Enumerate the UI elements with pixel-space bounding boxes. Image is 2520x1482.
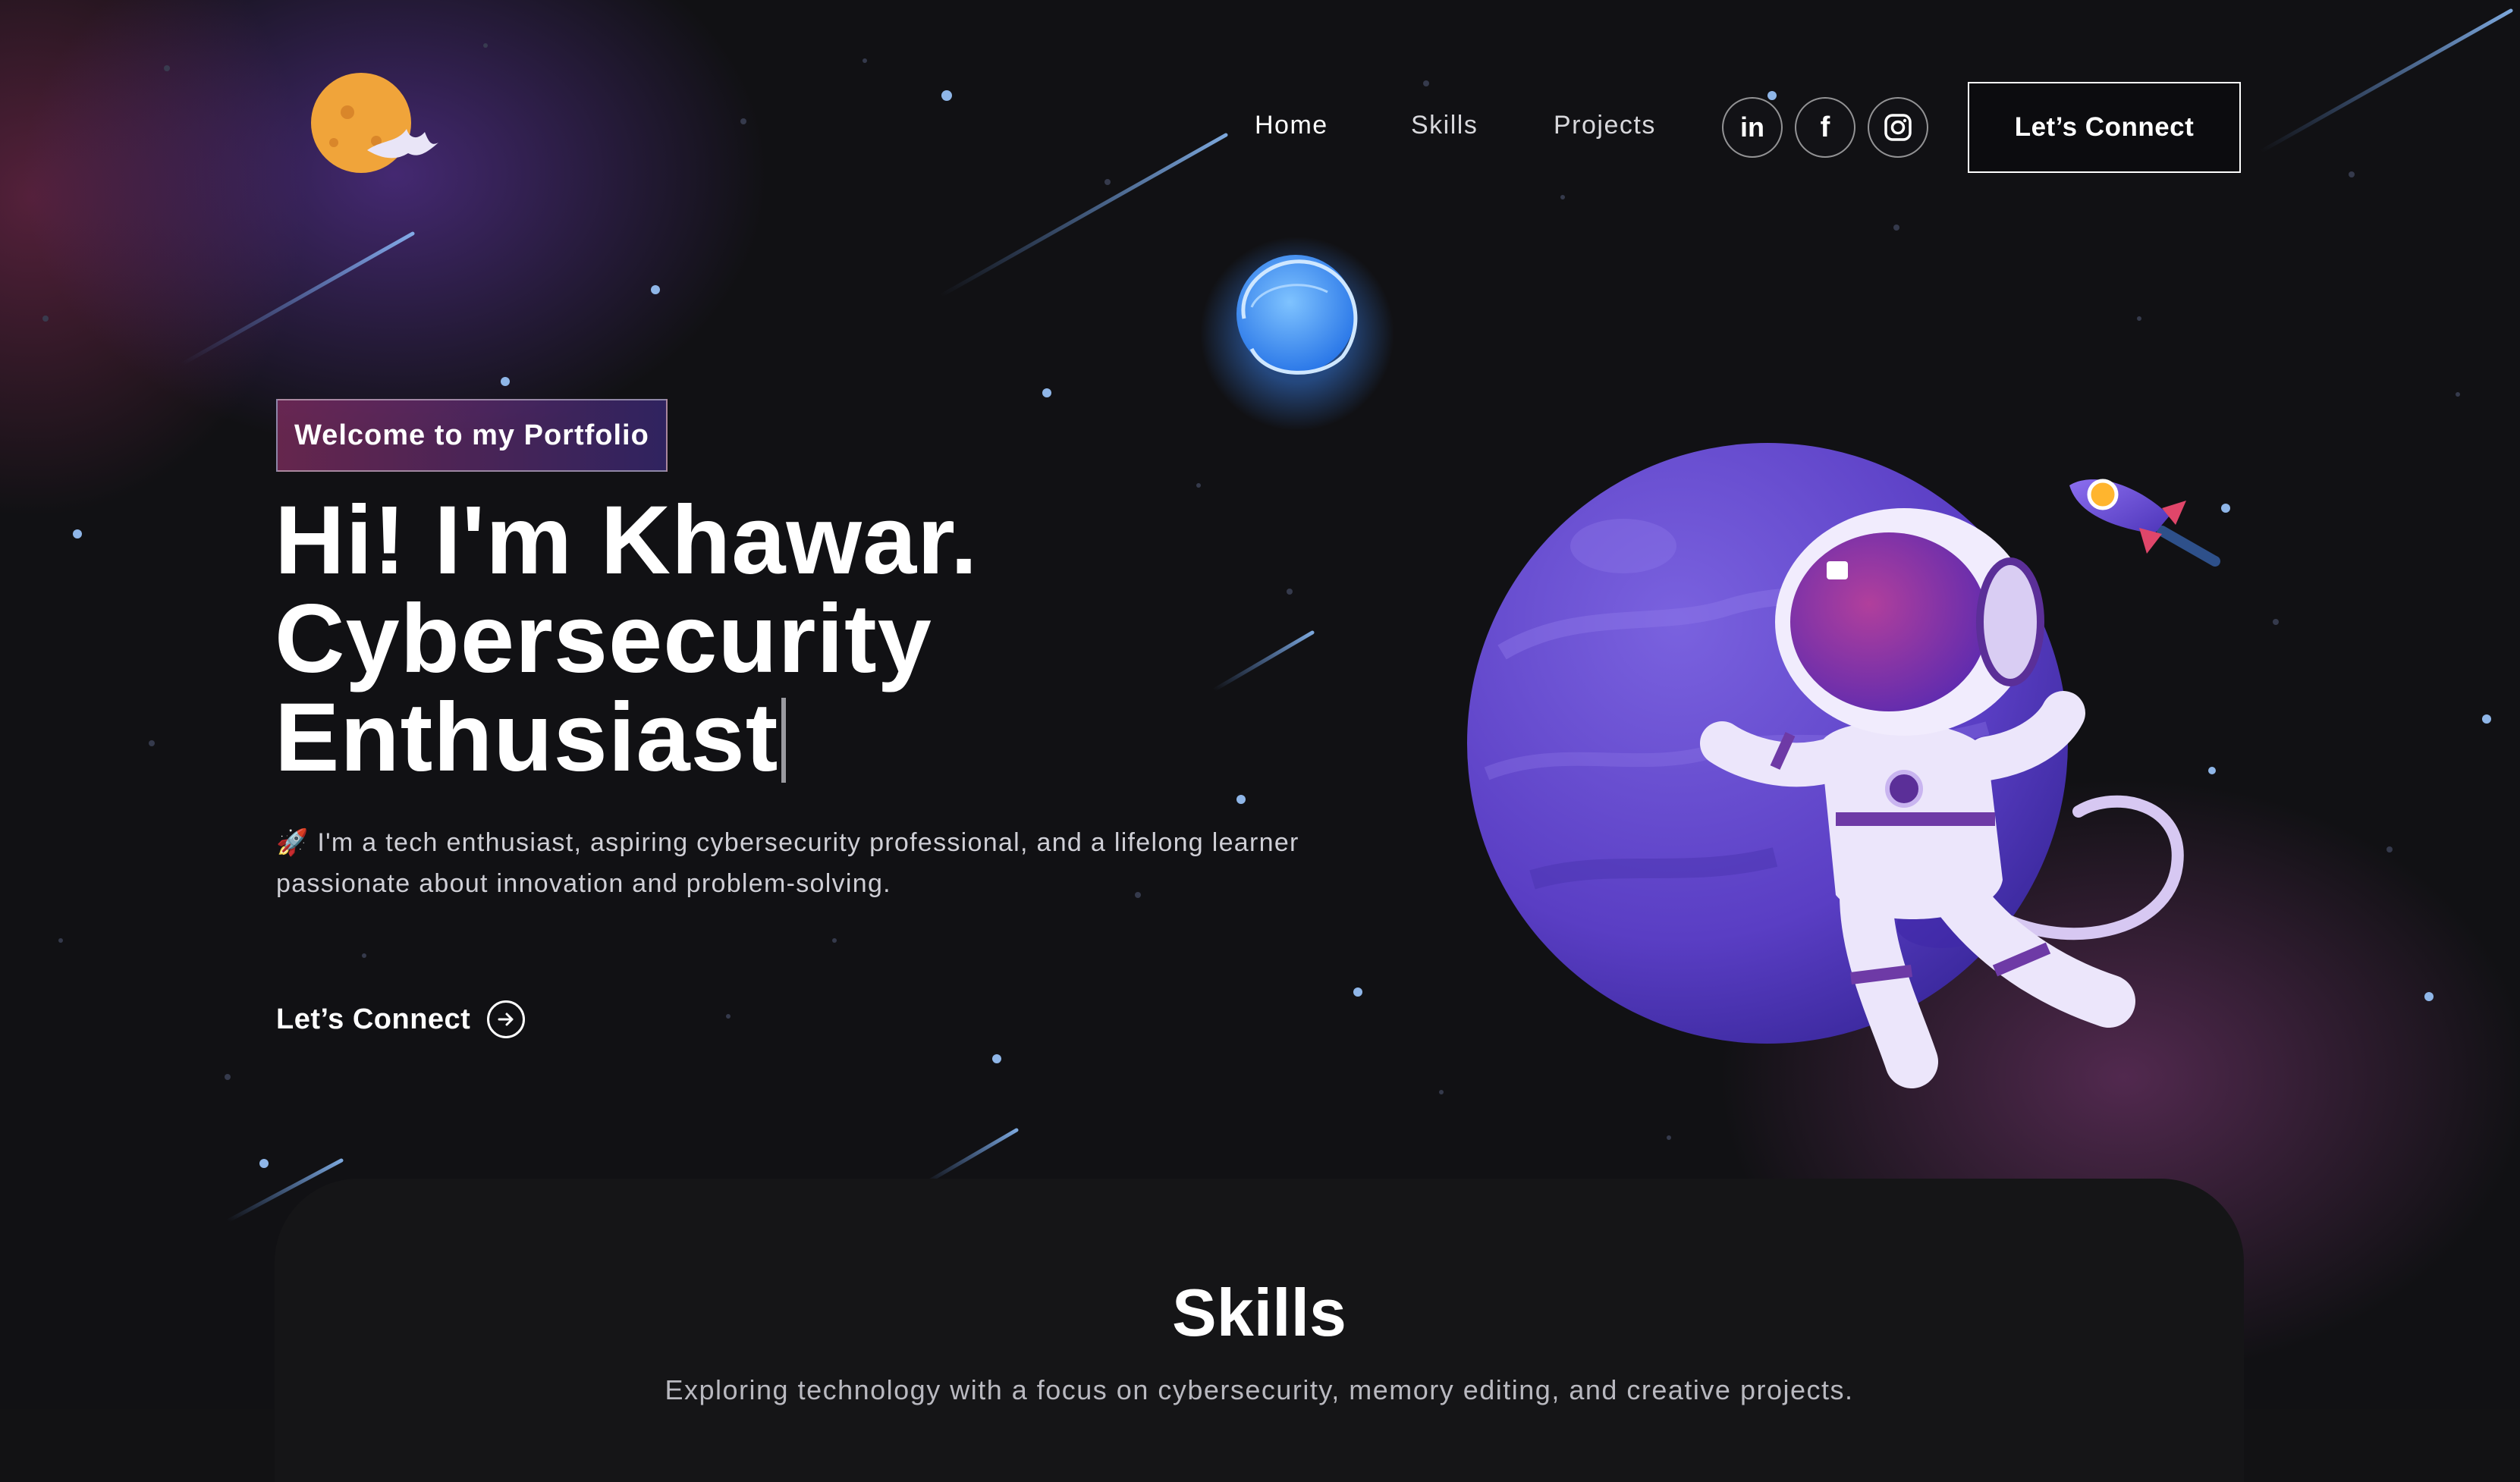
nav-link-home[interactable]: Home — [1255, 111, 1328, 140]
hero-title-line-2: Cybersecurity — [275, 585, 932, 693]
shooting-star — [938, 133, 1228, 298]
instagram-button[interactable] — [1868, 97, 1928, 158]
facebook-icon: f — [1820, 111, 1830, 143]
nav-connect-button[interactable]: Let’s Connect — [1968, 82, 2241, 173]
astronaut-planet-illustration — [1467, 443, 2184, 1088]
facebook-button[interactable]: f — [1795, 97, 1855, 158]
hero-description: 🚀 I'm a tech enthusiast, aspiring cybers… — [276, 822, 1323, 904]
rocket-emoji-icon: 🚀 — [276, 828, 310, 857]
star — [259, 1159, 269, 1168]
hero-title-line-1: Hi! I'm Khawar. — [275, 486, 979, 595]
star — [941, 90, 952, 101]
skills-title: Skills — [1172, 1275, 1346, 1350]
linkedin-button[interactable]: in — [1722, 97, 1783, 158]
skills-subtitle: Exploring technology with a focus on cyb… — [665, 1374, 1854, 1405]
star — [501, 377, 510, 386]
hero-connect-label: Let’s Connect — [276, 1003, 471, 1035]
typing-cursor — [781, 698, 787, 783]
hero-title-line-3: Enthusiast — [275, 683, 779, 792]
hero-title: Hi! I'm Khawar. Cybersecurity Enthusiast — [275, 491, 1337, 787]
logo-moon-bat-icon[interactable] — [303, 67, 448, 181]
arrow-right-circle-icon — [487, 1000, 526, 1038]
shooting-star — [2258, 8, 2513, 154]
star — [1767, 91, 1777, 100]
star — [651, 285, 660, 294]
shooting-star — [923, 1128, 1019, 1185]
hero-connect-link[interactable]: Let’s Connect — [276, 997, 526, 1042]
star — [1353, 987, 1362, 997]
nav-link-projects[interactable]: Projects — [1554, 111, 1656, 140]
welcome-tagline: Welcome to my Portfolio — [276, 399, 668, 472]
star — [1236, 795, 1246, 804]
instagram-icon — [1884, 114, 1912, 141]
star — [2424, 992, 2434, 1001]
hero-description-text: I'm a tech enthusiast, aspiring cybersec… — [276, 828, 1299, 898]
nav-link-skills[interactable]: Skills — [1411, 111, 1478, 140]
linkedin-icon: in — [1740, 111, 1764, 143]
star — [2482, 714, 2491, 724]
shooting-star — [180, 231, 415, 366]
blue-planet-icon — [1200, 237, 1394, 431]
star — [73, 529, 82, 538]
skills-section: Skills Exploring technology with a focus… — [275, 1179, 2244, 1482]
star — [1042, 388, 1051, 397]
star — [992, 1054, 1001, 1063]
